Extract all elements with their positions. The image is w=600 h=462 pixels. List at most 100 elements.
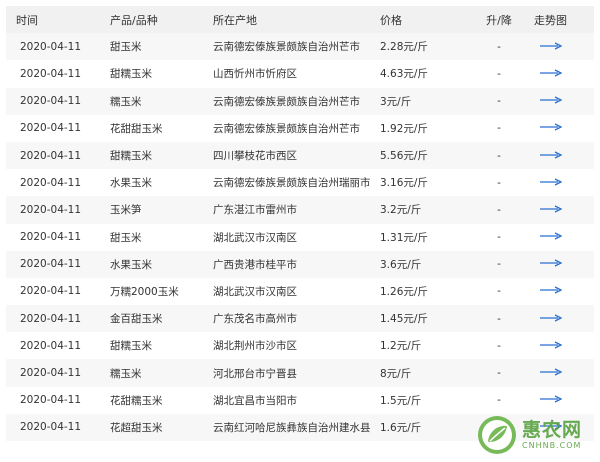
trend-link[interactable] — [528, 258, 594, 270]
arrow-right-icon[interactable] — [540, 232, 562, 240]
row-change: - — [497, 312, 501, 325]
row-product: 花超甜玉米 — [110, 421, 163, 434]
table-row[interactable]: 2020-04-11 花甜糯玉米 湖北宜昌市当阳市 1.5元/斤 - — [6, 387, 594, 414]
row-price: 1.2元/斤 — [380, 340, 422, 353]
row-change: - — [497, 95, 501, 108]
header-trend: 走势图 — [534, 13, 567, 27]
arrow-right-icon[interactable] — [540, 395, 562, 403]
row-origin: 湖北武汉市汉南区 — [213, 231, 297, 244]
trend-link[interactable] — [528, 340, 594, 352]
row-price: 3元/斤 — [380, 95, 412, 108]
row-product: 甜玉米 — [110, 231, 142, 244]
row-date: 2020-04-11 — [20, 339, 82, 352]
watermark: 惠农网 CNHNB.COM — [476, 412, 594, 458]
arrow-right-icon[interactable] — [540, 96, 562, 104]
trend-link[interactable] — [528, 41, 594, 53]
trend-link[interactable] — [528, 68, 594, 80]
trend-link[interactable] — [528, 95, 594, 107]
row-product: 甜糯玉米 — [110, 150, 152, 163]
row-origin: 广东茂名市高州市 — [213, 313, 297, 326]
arrow-right-icon[interactable] — [540, 69, 562, 77]
row-origin: 湖北宜昌市当阳市 — [213, 394, 297, 407]
arrow-right-icon[interactable] — [540, 42, 562, 50]
row-product: 糯玉米 — [110, 367, 142, 380]
table-row[interactable]: 2020-04-11 金百甜玉米 广东茂名市高州市 1.45元/斤 - — [6, 305, 594, 333]
table-row[interactable]: 2020-04-11 糯玉米 云南德宏傣族景颇族自治州芒市 3元/斤 - — [6, 87, 594, 115]
trend-link[interactable] — [528, 285, 594, 297]
leaf-logo-icon — [478, 416, 516, 454]
table-row[interactable]: 2020-04-11 甜糯玉米 四川攀枝花市西区 5.56元/斤 - — [6, 141, 594, 170]
watermark-en: CNHNB.COM — [522, 441, 582, 450]
trend-link[interactable] — [528, 367, 594, 379]
row-origin: 广西贵港市桂平市 — [213, 258, 297, 271]
header-date: 时间 — [16, 13, 38, 27]
table-row[interactable]: 2020-04-11 甜玉米 云南德宏傣族景颇族自治州芒市 2.28元/斤 - — [6, 33, 594, 61]
table-row[interactable]: 2020-04-11 万糯2000玉米 湖北武汉市汉南区 1.26元/斤 - — [6, 278, 594, 305]
table-row[interactable]: 2020-04-11 甜糯玉米 湖北荆州市沙市区 1.2元/斤 - — [6, 332, 594, 359]
table-row[interactable]: 2020-04-11 甜糯玉米 山西忻州市忻府区 4.63元/斤 - — [6, 60, 594, 87]
row-date: 2020-04-11 — [20, 231, 82, 244]
table-row[interactable]: 2020-04-11 糯玉米 河北邢台市宁晋县 8元/斤 - — [6, 359, 594, 387]
row-product: 玉米笋 — [110, 204, 142, 217]
row-change: - — [497, 67, 501, 80]
row-date: 2020-04-11 — [20, 312, 82, 325]
row-price: 1.45元/斤 — [380, 313, 428, 326]
arrow-right-icon[interactable] — [540, 259, 562, 267]
arrow-right-icon[interactable] — [540, 368, 562, 376]
trend-link[interactable] — [528, 313, 594, 325]
row-price: 1.6元/斤 — [380, 421, 422, 434]
row-origin: 广东湛江市雷州市 — [213, 204, 297, 217]
trend-link[interactable] — [528, 231, 594, 243]
table-row[interactable]: 2020-04-11 水果玉米 广西贵港市桂平市 3.6元/斤 - — [6, 250, 594, 278]
row-origin: 云南德宏傣族景颇族自治州芒市 — [213, 41, 360, 54]
row-date: 2020-04-11 — [20, 40, 82, 53]
trend-link[interactable] — [528, 177, 594, 189]
row-product: 金百甜玉米 — [110, 313, 163, 326]
row-price: 1.92元/斤 — [380, 122, 428, 135]
arrow-right-icon[interactable] — [540, 341, 562, 349]
row-change: - — [497, 367, 501, 380]
trend-link[interactable] — [528, 150, 594, 162]
trend-link[interactable] — [528, 122, 594, 134]
row-price: 1.26元/斤 — [380, 285, 428, 298]
arrow-right-icon[interactable] — [540, 178, 562, 186]
row-origin: 四川攀枝花市西区 — [213, 150, 297, 163]
header-product: 产品/品种 — [110, 13, 158, 27]
row-change: - — [497, 40, 501, 53]
arrow-right-icon[interactable] — [540, 205, 562, 213]
row-origin: 湖北荆州市沙市区 — [213, 340, 297, 353]
row-origin: 云南德宏傣族景颇族自治州芒市 — [213, 122, 360, 135]
table-row[interactable]: 2020-04-11 花甜甜玉米 云南德宏傣族景颇族自治州芒市 1.92元/斤 - — [6, 115, 594, 142]
row-product: 糯玉米 — [110, 95, 142, 108]
row-change: - — [497, 258, 501, 271]
arrow-right-icon[interactable] — [540, 286, 562, 295]
table-row[interactable]: 2020-04-11 甜玉米 湖北武汉市汉南区 1.31元/斤 - — [6, 224, 594, 251]
row-change: - — [497, 149, 501, 162]
row-date: 2020-04-11 — [20, 285, 82, 298]
row-origin: 湖北武汉市汉南区 — [213, 285, 297, 298]
price-table: 时间 产品/品种 所在产地 价格 升/降 走势图 2020-04-11 甜玉米 云南… — [6, 6, 594, 441]
row-product: 水果玉米 — [110, 177, 152, 190]
row-price: 3.6元/斤 — [380, 258, 422, 271]
header-price: 价格 — [380, 13, 402, 27]
table-row[interactable]: 2020-04-11 水果玉米 云南德宏傣族景颇族自治州瑞丽市 3.16元/斤 - — [6, 169, 594, 196]
row-change: - — [497, 231, 501, 244]
trend-link[interactable] — [528, 204, 594, 216]
table-body: 2020-04-11 甜玉米 云南德宏傣族景颇族自治州芒市 2.28元/斤 -2020-… — [6, 33, 594, 441]
arrow-right-icon[interactable] — [540, 123, 562, 131]
row-price: 2.28元/斤 — [380, 41, 428, 54]
row-price: 3.16元/斤 — [380, 177, 428, 190]
trend-link[interactable] — [528, 394, 594, 406]
row-change: - — [497, 285, 501, 298]
row-date: 2020-04-11 — [20, 67, 82, 80]
table-row[interactable]: 2020-04-11 玉米笋 广东湛江市雷州市 3.2元/斤 - — [6, 196, 594, 224]
row-product: 甜玉米 — [110, 41, 142, 54]
row-price: 4.63元/斤 — [380, 68, 428, 81]
row-origin: 云南红河哈尼族彝族自治州建水县 — [213, 421, 371, 434]
row-price: 5.56元/斤 — [380, 150, 428, 163]
arrow-right-icon[interactable] — [540, 150, 562, 159]
arrow-right-icon[interactable] — [540, 314, 562, 322]
row-price: 8元/斤 — [380, 367, 412, 380]
row-date: 2020-04-11 — [20, 176, 82, 189]
row-date: 2020-04-11 — [20, 258, 82, 271]
